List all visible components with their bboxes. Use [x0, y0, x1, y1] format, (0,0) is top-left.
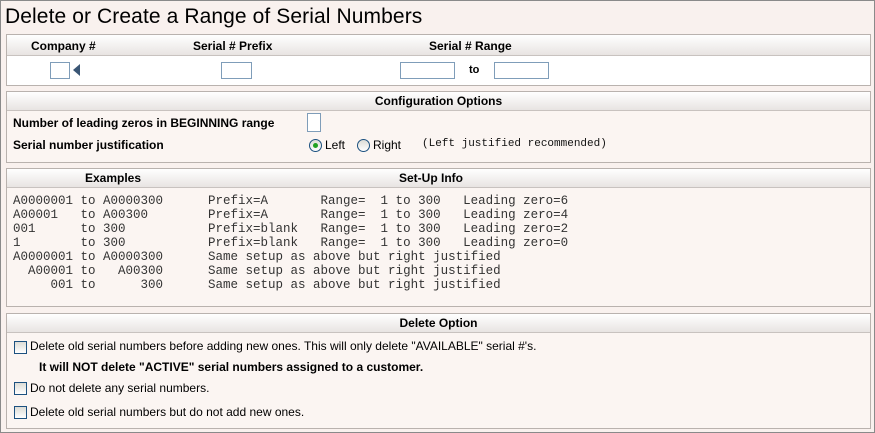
- justification-left-label[interactable]: Left: [325, 138, 345, 152]
- range-from-input[interactable]: [400, 62, 455, 79]
- page-title: Delete or Create a Range of Serial Numbe…: [5, 5, 423, 28]
- delete-option-panel: Delete Option Delete old serial numbers …: [6, 313, 871, 429]
- justification-label: Serial number justification: [13, 138, 164, 152]
- range-label: Serial # Range: [429, 39, 512, 53]
- example-row: 1 to 300 Prefix=blank Range= 1 to 300 Le…: [13, 236, 569, 250]
- delete-before-add-checkbox[interactable]: [14, 341, 27, 354]
- example-row: A0000001 to A0000300 Same setup as above…: [13, 250, 501, 264]
- range-header: Company # Serial # Prefix Serial # Range: [7, 35, 870, 56]
- range-input-row: to: [7, 56, 870, 85]
- leading-zeros-label: Number of leading zeros in BEGINNING ran…: [13, 116, 275, 130]
- config-panel: Configuration Options Number of leading …: [6, 91, 871, 163]
- example-row: A0000001 to A0000300 Prefix=A Range= 1 t…: [13, 194, 569, 208]
- config-header: Configuration Options: [7, 92, 870, 111]
- examples-header: Examples Set-Up Info: [7, 169, 870, 188]
- range-to-label: to: [469, 64, 480, 76]
- company-label: Company #: [31, 39, 96, 53]
- examples-panel: Examples Set-Up Info A0000001 to A000030…: [6, 168, 871, 307]
- no-delete-checkbox[interactable]: [14, 382, 27, 395]
- delete-only-label[interactable]: Delete old serial numbers but do not add…: [30, 405, 304, 419]
- justification-right-radio[interactable]: [357, 139, 370, 152]
- company-lookup-icon[interactable]: [73, 64, 80, 76]
- examples-header-label: Examples: [85, 171, 142, 185]
- example-row: A00001 to A00300 Prefix=A Range= 1 to 30…: [13, 208, 569, 222]
- delete-before-add-label[interactable]: Delete old serial numbers before adding …: [30, 339, 536, 353]
- delete-option-header-label: Delete Option: [399, 316, 478, 330]
- delete-warning-text: It will NOT delete "ACTIVE" serial numbe…: [39, 360, 424, 374]
- no-delete-label[interactable]: Do not delete any serial numbers.: [30, 381, 209, 395]
- delete-only-checkbox[interactable]: [14, 406, 27, 419]
- justification-left-radio[interactable]: [309, 139, 322, 152]
- example-row: A00001 to A00300 Same setup as above but…: [13, 264, 501, 278]
- range-to-input[interactable]: [494, 62, 549, 79]
- config-header-label: Configuration Options: [374, 94, 503, 108]
- example-row: 001 to 300 Same setup as above but right…: [13, 278, 501, 292]
- justification-right-label[interactable]: Right: [373, 138, 401, 152]
- company-input[interactable]: [50, 62, 70, 79]
- setup-header-label: Set-Up Info: [399, 171, 463, 185]
- range-panel: Company # Serial # Prefix Serial # Range…: [6, 34, 871, 86]
- prefix-input[interactable]: [221, 62, 252, 79]
- radio-selected-dot: [313, 143, 318, 148]
- window-frame: Delete or Create a Range of Serial Numbe…: [0, 0, 875, 433]
- leading-zeros-input[interactable]: [307, 113, 321, 132]
- justification-note: (Left justified recommended): [422, 138, 607, 150]
- example-row: 001 to 300 Prefix=blank Range= 1 to 300 …: [13, 222, 569, 236]
- delete-option-header: Delete Option: [7, 314, 870, 333]
- prefix-label: Serial # Prefix: [193, 39, 273, 53]
